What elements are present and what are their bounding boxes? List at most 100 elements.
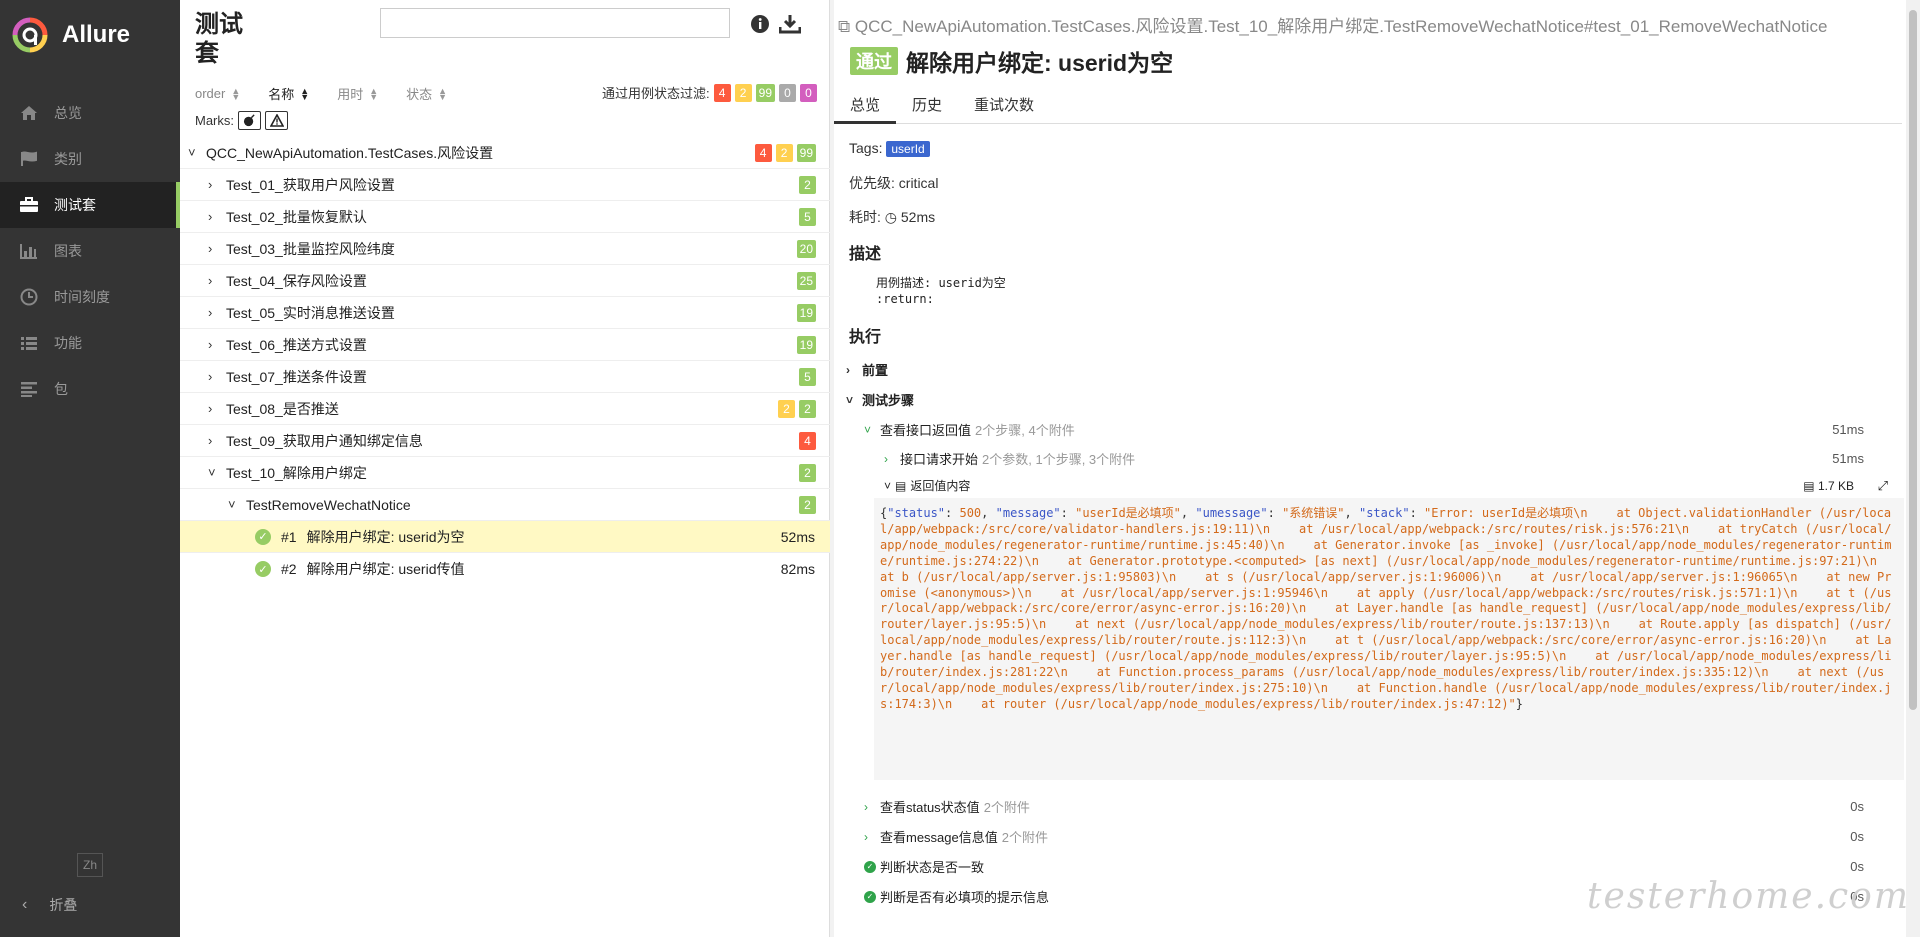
json-key: "message" <box>995 506 1061 520</box>
sidebar-item-behaviors[interactable]: 功能 <box>0 320 180 366</box>
brand[interactable]: Allure <box>0 0 180 70</box>
step-row[interactable]: › 接口请求开始 2个参数, 1个步骤, 3个附件 51ms <box>884 449 1894 468</box>
test-body-section[interactable]: ˅ 测试步骤 <box>846 390 1886 409</box>
tree-group[interactable]: › Test_03_批量监控风险纬度 20 <box>180 233 830 265</box>
sidebar-item-label: 包 <box>54 381 68 397</box>
sidebar-item-packages[interactable]: 包 <box>0 366 180 412</box>
expand-icon[interactable]: ⤢ <box>1878 478 1888 494</box>
chevron-right-icon: › <box>208 177 213 192</box>
sort-arrows-icon: ▲ ▼ <box>369 85 379 102</box>
tree-group[interactable]: › Test_09_获取用户通知绑定信息 4 <box>180 425 830 457</box>
step-row[interactable]: ✓ 判断状态是否一致 0s <box>864 857 1894 876</box>
sidebar-item-overview[interactable]: 总览 <box>0 90 180 136</box>
tree-group[interactable]: ˅ Test_10_解除用户绑定 2 <box>180 457 830 489</box>
tree-class[interactable]: ˅ TestRemoveWechatNotice 2 <box>180 489 830 521</box>
scrollbar-thumb[interactable] <box>1909 10 1917 710</box>
scrollbar[interactable] <box>1906 0 1920 937</box>
sidebar-item-graphs[interactable]: 图表 <box>0 228 180 274</box>
sidebar-item-timeline[interactable]: 时间刻度 <box>0 274 180 320</box>
search-input[interactable] <box>380 8 730 38</box>
tree-group[interactable]: › Test_07_推送条件设置 5 <box>180 361 830 393</box>
breadcrumb: ⧉ QCC_NewApiAutomation.TestCases.风险设置.Te… <box>838 12 1827 37</box>
tree-group[interactable]: › Test_02_批量恢复默认 5 <box>180 201 830 233</box>
severity-row: 优先级: critical <box>849 173 938 193</box>
flaky-mark-button[interactable] <box>238 111 261 130</box>
chevron-right-icon: › <box>208 273 213 288</box>
step-name: 判断是否有必填项的提示信息 <box>880 890 1050 905</box>
step-row[interactable]: › 查看message信息值 2个附件 0s <box>864 827 1894 846</box>
step-duration: 0s <box>1850 829 1864 844</box>
filter-failed[interactable]: 4 <box>713 83 731 102</box>
duration-row: 耗时: ◷ 52ms <box>849 207 935 227</box>
sort-status[interactable]: 状态 ▲ ▼ <box>406 84 447 103</box>
collapse-button[interactable]: ‹ 折叠 <box>22 895 77 915</box>
chevron-down-icon: ˅ <box>208 465 216 480</box>
step-meta: 2个步骤, 4个附件 <box>975 423 1075 438</box>
count-badge: 4 <box>754 144 772 162</box>
json-value: "Error: userId是必填项\n at Object.validatio… <box>880 506 1904 711</box>
test-case-row[interactable]: ✓ #1 解除用户绑定: userid为空 52ms <box>180 521 830 553</box>
test-duration: 82ms <box>780 561 815 577</box>
sort-duration[interactable]: 用时 ▲ ▼ <box>337 84 378 103</box>
attachment-header[interactable]: ˅ ▤ 返回值内容 ▤ 1.7 KB ⤢ <box>884 477 1894 494</box>
sidebar-item-suites[interactable]: 测试套 <box>0 182 180 228</box>
filter-unknown[interactable]: 0 <box>800 83 817 102</box>
tree-group[interactable]: › Test_01_获取用户风险设置 2 <box>180 169 830 201</box>
status-filter: 通过用例状态过滤: 4 2 99 0 0 <box>602 83 817 102</box>
step-name: 查看status状态值 <box>880 800 980 815</box>
tree-group[interactable]: › Test_04_保存风险设置 25 <box>180 265 830 297</box>
step-meta: 2个附件 <box>983 800 1030 815</box>
detail-tabs: 总览 历史 重试次数 <box>834 88 1902 124</box>
sidebar-item-label: 功能 <box>54 335 82 351</box>
tree-group[interactable]: › Test_08_是否推送 2 2 <box>180 393 830 425</box>
file-icon: ▤ <box>895 478 907 493</box>
chevron-right-icon: › <box>208 305 213 320</box>
chevron-right-icon: › <box>846 362 850 377</box>
marks-label: Marks: <box>195 113 234 128</box>
known-issue-mark-button[interactable] <box>265 111 288 130</box>
download-icon[interactable] <box>778 12 802 36</box>
filter-passed[interactable]: 99 <box>755 83 775 102</box>
step-row[interactable]: ˅ 查看接口返回值 2个步骤, 4个附件 51ms <box>864 420 1894 439</box>
step-name: 查看message信息值 <box>880 830 998 845</box>
count-badge: 20 <box>796 240 816 258</box>
clock-icon <box>18 286 40 308</box>
language-button[interactable]: Zh <box>77 853 103 877</box>
tree-root[interactable]: ˅ QCC_NewApiAutomation.TestCases.风险设置 4 … <box>180 137 830 169</box>
tree-node-label: Test_08_是否推送 <box>226 400 339 417</box>
severity-value: critical <box>898 175 939 191</box>
step-name: 判断状态是否一致 <box>880 860 985 875</box>
test-detail-pane: ⧉ QCC_NewApiAutomation.TestCases.风险设置.Te… <box>834 0 1920 937</box>
test-case-row[interactable]: ✓ #2 解除用户绑定: userid传值 82ms <box>180 553 830 585</box>
sidebar-item-categories[interactable]: 类别 <box>0 136 180 182</box>
filter-broken[interactable]: 2 <box>734 83 752 102</box>
copy-icon[interactable]: ⧉ <box>838 17 850 36</box>
list-icon <box>18 332 40 354</box>
tab-retries[interactable]: 重试次数 <box>958 88 1050 124</box>
chevron-down-icon: ˅ <box>846 392 854 407</box>
count-badge: 5 <box>799 368 816 386</box>
suite-tree: ˅ QCC_NewApiAutomation.TestCases.风险设置 4 … <box>180 137 830 585</box>
count-badge: 25 <box>796 272 816 290</box>
setup-section[interactable]: › 前置 <box>846 360 1886 379</box>
filter-skipped[interactable]: 0 <box>779 83 796 102</box>
tab-overview[interactable]: 总览 <box>834 88 897 124</box>
chevron-right-icon: › <box>864 799 868 814</box>
sort-name[interactable]: 名称 ▲ ▼ <box>268 84 309 103</box>
sort-order[interactable]: order ▲ ▼ <box>195 84 240 103</box>
align-left-icon <box>18 378 40 400</box>
info-icon[interactable] <box>748 12 772 36</box>
attachment-name: 返回值内容 <box>910 479 971 493</box>
tree-group[interactable]: › Test_06_推送方式设置 19 <box>180 329 830 361</box>
step-row[interactable]: › 查看status状态值 2个附件 0s <box>864 797 1894 816</box>
tags-label: Tags: <box>849 140 883 156</box>
tree-group[interactable]: › Test_05_实时消息推送设置 19 <box>180 297 830 329</box>
execution-title: 执行 <box>849 329 882 346</box>
attachment-size-text: 1.7 KB <box>1817 478 1854 493</box>
tab-history[interactable]: 历史 <box>896 88 958 124</box>
tree-node-label: Test_04_保存风险设置 <box>226 272 367 289</box>
page-title: 测试套 <box>195 11 243 67</box>
duration-label: 耗时: <box>849 209 881 225</box>
sort-arrows-icon: ▲ ▼ <box>300 85 310 102</box>
file-icon: ▤ <box>1803 478 1815 493</box>
